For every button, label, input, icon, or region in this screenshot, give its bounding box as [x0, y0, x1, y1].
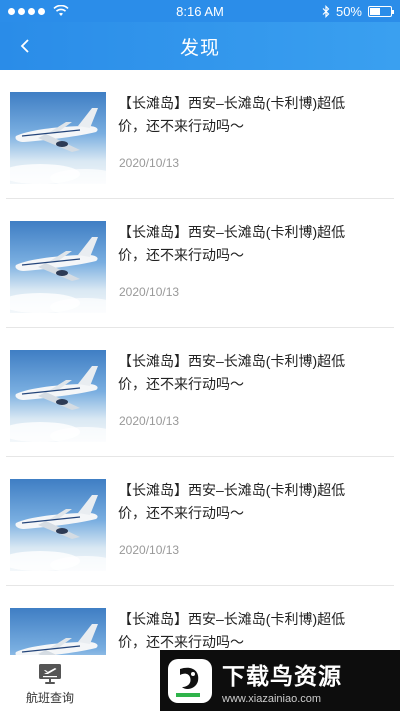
departure-board-icon	[39, 664, 61, 684]
tab-flight-query[interactable]: 航班查询	[14, 663, 86, 709]
battery-percent: 50%	[335, 3, 362, 19]
tab-flight-query-label: 航班查询	[25, 691, 74, 705]
bluetooth-icon	[322, 4, 330, 18]
page-title: 发现	[179, 37, 220, 59]
battery-level	[370, 7, 380, 15]
item-title: 【长滩岛】西安–长滩岛(卡利博)超低价，还不来行动吗～	[118, 224, 346, 263]
airplane-thumbnail	[10, 92, 106, 184]
airplane-thumbnail	[10, 350, 106, 442]
airplane-thumbnail	[10, 479, 106, 571]
news-feed: 【长滩岛】西安–长滩岛(卡利博)超低价，还不来行动吗～ 2020/10/13 【…	[0, 70, 400, 711]
airplane-image	[10, 366, 106, 442]
item-date: 2020/10/13	[119, 543, 180, 557]
status-left	[8, 5, 69, 17]
watermark-title: 下载鸟资源	[222, 662, 342, 689]
item-date: 2020/10/13	[119, 285, 180, 299]
battery-icon	[368, 5, 394, 17]
watermark: 下载鸟资源 www.xiazainiao.com	[160, 650, 400, 711]
list-item[interactable]: 【长滩岛】西安–长滩岛(卡利博)超低价，还不来行动吗～ 2020/10/13	[6, 328, 394, 457]
watermark-url: www.xiazainiao.com	[222, 692, 322, 705]
list-item[interactable]: 【长滩岛】西安–长滩岛(卡利博)超低价，还不来行动吗～ 2020/10/13	[6, 199, 394, 328]
airplane-image	[10, 108, 106, 184]
list-item[interactable]: 【长滩岛】西安–长滩岛(卡利博)超低价，还不来行动吗～ 2020/10/13	[6, 70, 394, 199]
nav-bar: 发现	[0, 22, 400, 70]
status-right: 50%	[322, 3, 394, 19]
item-date: 2020/10/13	[119, 414, 180, 428]
bird-logo-icon	[168, 658, 212, 703]
status-bar: 8:16 AM 50%	[0, 0, 400, 22]
list-item[interactable]: 【长滩岛】西安–长滩岛(卡利博)超低价，还不来行动吗～ 2020/10/13	[6, 457, 394, 586]
item-title: 【长滩岛】西安–长滩岛(卡利博)超低价，还不来行动吗～	[118, 611, 346, 650]
item-title: 【长滩岛】西安–长滩岛(卡利博)超低价，还不来行动吗～	[118, 482, 346, 521]
item-title: 【长滩岛】西安–长滩岛(卡利博)超低价，还不来行动吗～	[118, 353, 346, 392]
airplane-thumbnail	[10, 221, 106, 313]
bottom-tab-bar: 航班查询	[0, 655, 160, 711]
airplane-image	[10, 237, 106, 313]
back-button[interactable]	[10, 30, 40, 62]
item-date: 2020/10/13	[119, 156, 180, 170]
chevron-left-icon	[20, 39, 29, 53]
airplane-image	[10, 495, 106, 571]
signal-icon	[8, 7, 45, 15]
item-title: 【长滩岛】西安–长滩岛(卡利博)超低价，还不来行动吗～	[118, 95, 346, 134]
wifi-icon	[53, 5, 69, 16]
